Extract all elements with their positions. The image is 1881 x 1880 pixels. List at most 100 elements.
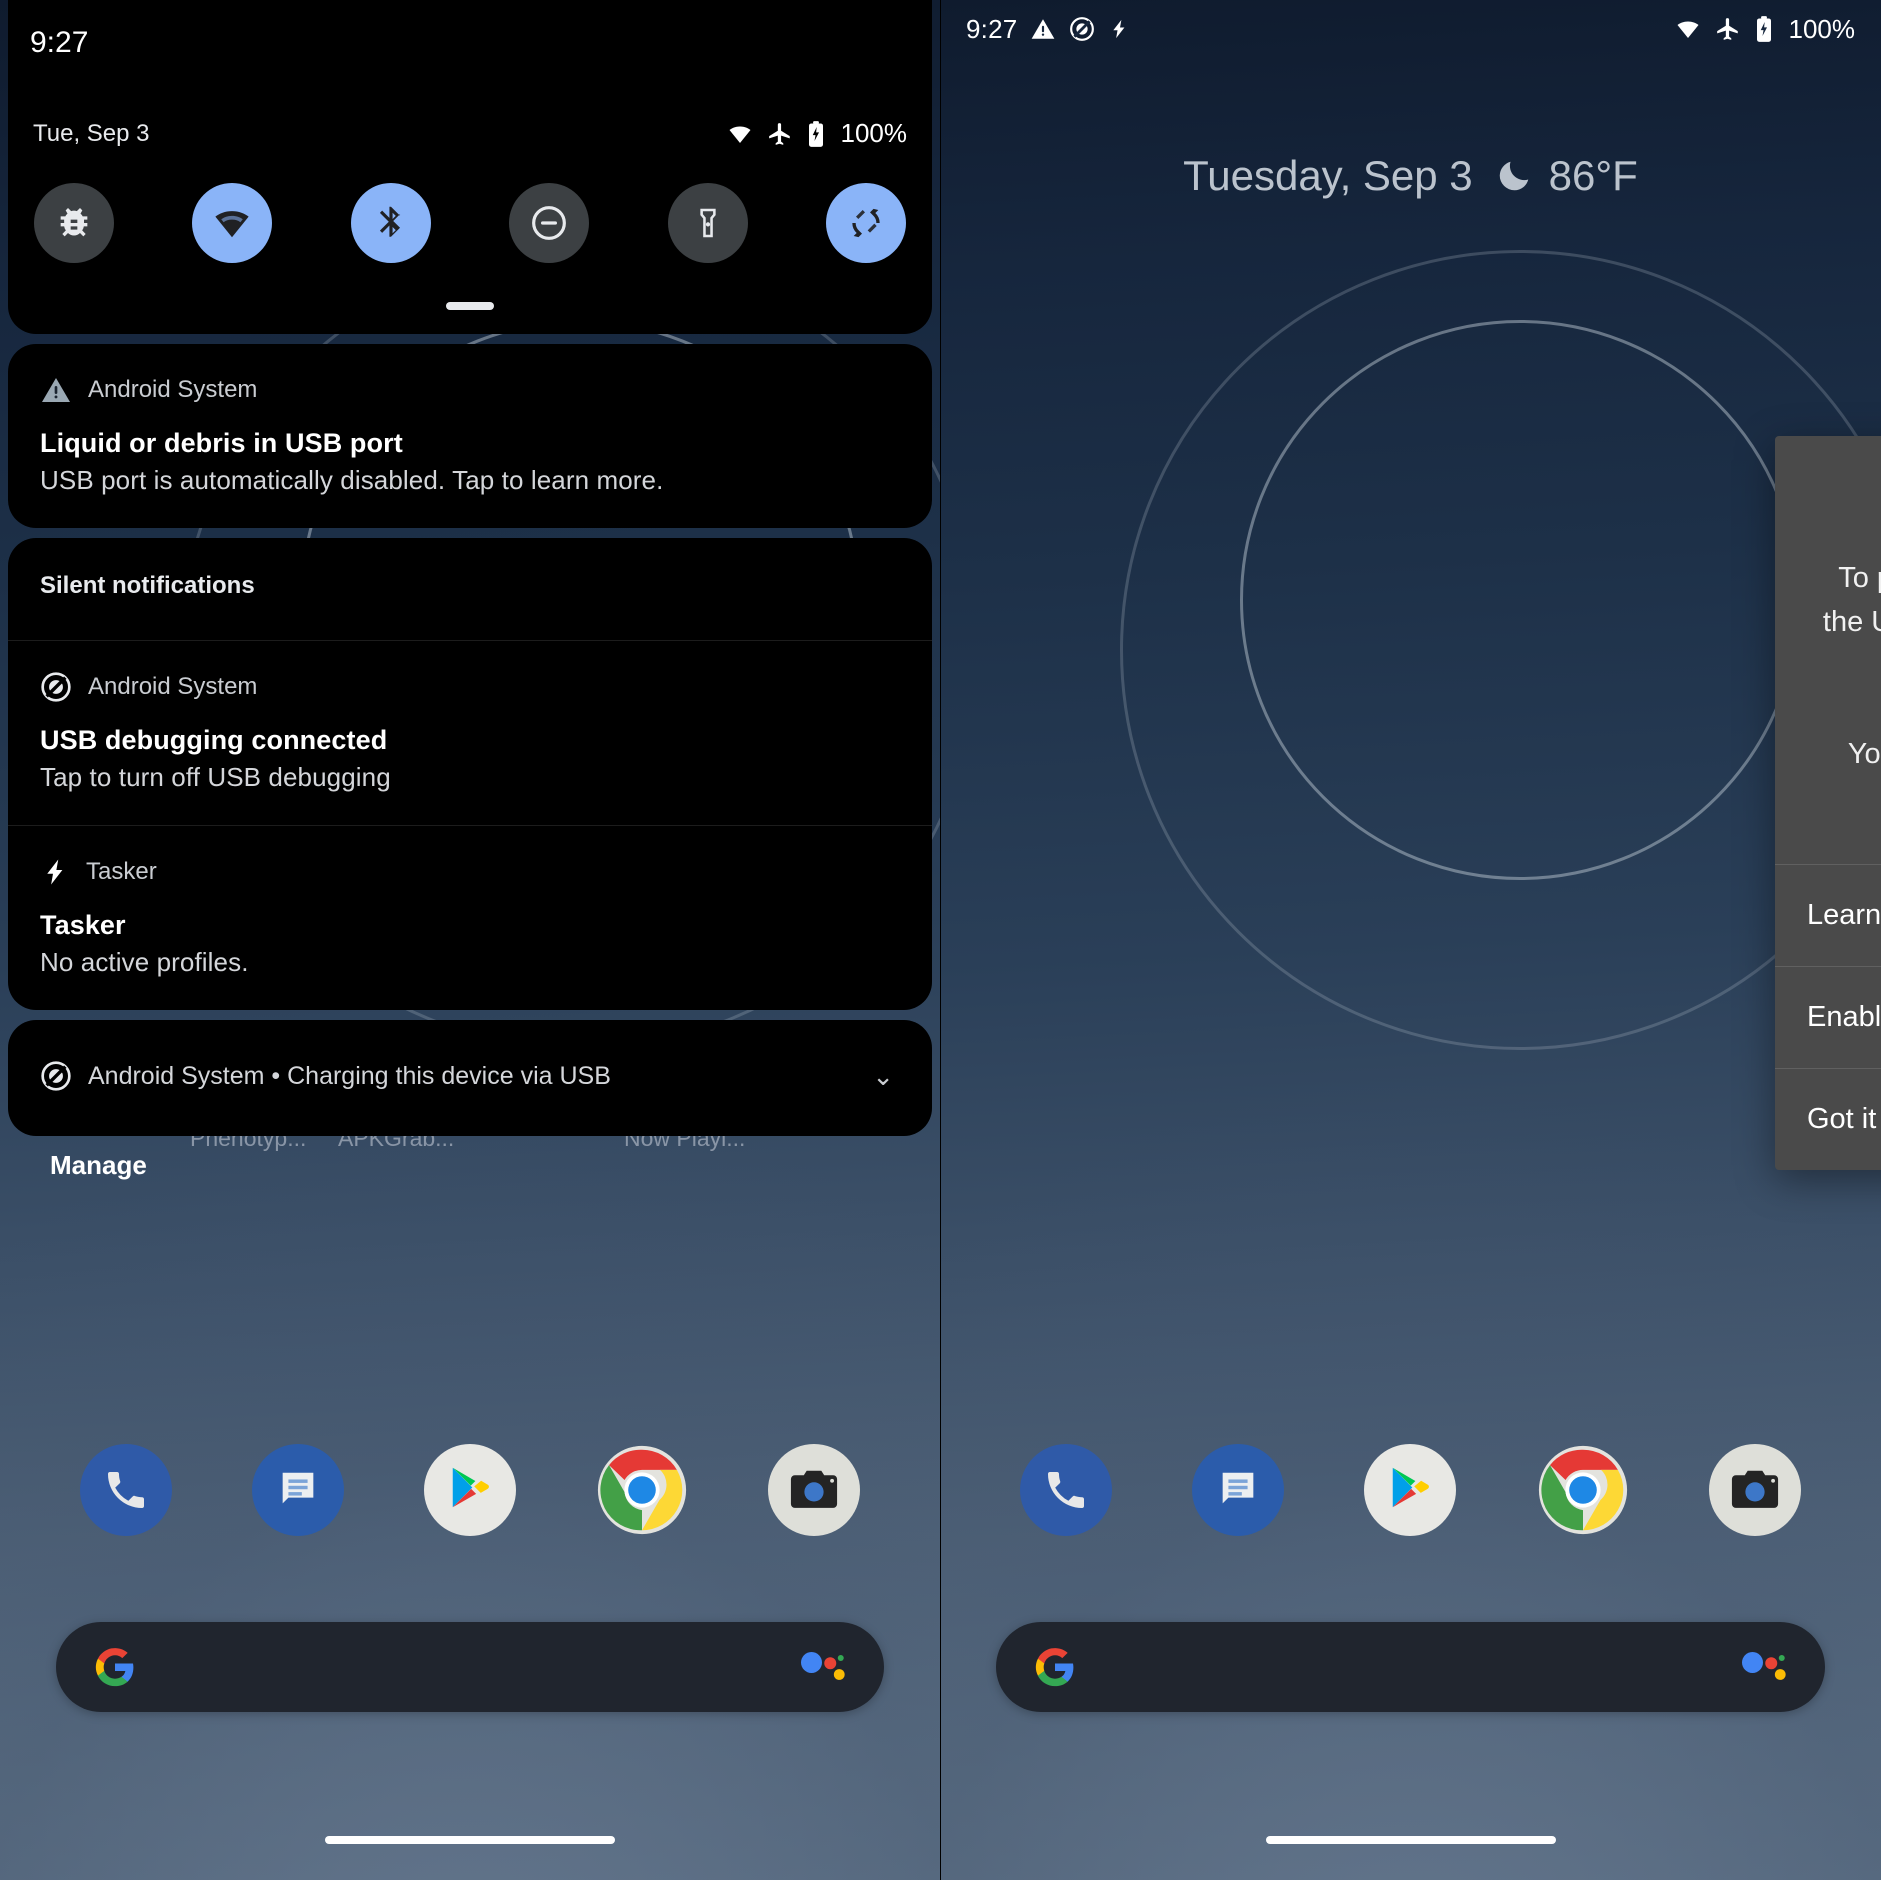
google-search-bar[interactable] xyxy=(996,1622,1825,1712)
battery-charging-icon xyxy=(808,120,823,147)
play-store-triangle-icon xyxy=(452,1467,489,1508)
phone-handset-icon xyxy=(1048,1472,1085,1508)
play-store-app-icon[interactable] xyxy=(1364,1444,1457,1536)
battery-percent-label: 100% xyxy=(1788,13,1856,44)
message-bubble-icon xyxy=(282,1472,314,1504)
right-phone-screen: 9:27 100% Tuesday, Sep 3 86°F To the Yo … xyxy=(940,0,1881,1880)
dialog-paragraph: You’ll be notified when it’s okay to use… xyxy=(1847,738,1881,770)
notification-card-charging[interactable]: Android System • Charging this device vi… xyxy=(8,1020,932,1136)
quick-settings-status-icons: 100% xyxy=(726,118,908,149)
notification-header: Android System xyxy=(40,374,900,406)
navigation-gesture-pill[interactable] xyxy=(1265,1836,1556,1844)
status-bar-time: 9:27 xyxy=(30,26,89,59)
notification-app-name: Tasker xyxy=(86,858,157,885)
auto-rotate-tile[interactable] xyxy=(825,183,906,263)
notification-title: Tasker xyxy=(40,910,126,940)
do-not-disturb-tile[interactable] xyxy=(509,183,590,263)
notification-header: Android System xyxy=(40,671,900,703)
status-bar: 9:27 100% xyxy=(940,0,1881,58)
notification-text: No active profiles. xyxy=(40,947,249,977)
silent-notifications-header: Silent notifications xyxy=(8,538,932,641)
navigation-gesture-pill[interactable] xyxy=(325,1836,615,1844)
collapsed-notification-text: Android System • Charging this device vi… xyxy=(88,1061,611,1090)
notification-tasker[interactable]: Tasker Tasker No active profiles. xyxy=(8,826,932,1010)
status-bar-time: 9:27 xyxy=(966,13,1018,44)
google-g-icon xyxy=(95,1648,134,1687)
home-temperature-label: 86°F xyxy=(1548,152,1638,199)
camera-app-icon[interactable] xyxy=(768,1444,860,1536)
dock xyxy=(940,1444,1881,1536)
message-bubble-icon xyxy=(1222,1472,1254,1504)
android-system-icon xyxy=(41,672,71,702)
wifi-icon xyxy=(1677,21,1698,38)
messages-app-icon[interactable] xyxy=(1192,1444,1285,1536)
dialog-paragraph: To protect your device from liquid or de… xyxy=(1822,562,1881,638)
bug-report-tile[interactable] xyxy=(34,183,114,263)
notification-title: Liquid or debris in USB port xyxy=(40,428,403,458)
google-search-bar[interactable] xyxy=(56,1622,884,1712)
notification-list: Android System Liquid or debris in USB p… xyxy=(8,344,932,1146)
google-g-icon xyxy=(1035,1648,1074,1687)
chrome-logo-icon xyxy=(597,1445,687,1535)
panel-divider xyxy=(940,0,941,1880)
phone-app-icon[interactable] xyxy=(1020,1444,1113,1536)
play-store-app-icon[interactable] xyxy=(424,1444,516,1536)
airplane-mode-icon xyxy=(768,122,790,145)
battery-charging-icon xyxy=(1756,16,1771,42)
left-phone-screen: Phenotyp... APKGrab... Now Playi... 9:27… xyxy=(0,0,940,1880)
google-assistant-icon[interactable] xyxy=(796,1649,848,1685)
messages-app-icon[interactable] xyxy=(252,1444,344,1536)
manage-notifications-button[interactable]: Manage xyxy=(50,1150,147,1181)
android-system-icon xyxy=(1070,17,1095,41)
moon-icon xyxy=(1499,161,1528,191)
usb-port-disabled-dialog: USB port disabled To protect your device… xyxy=(1775,436,1881,1170)
collapsed-notification-row[interactable]: Android System • Charging this device vi… xyxy=(8,1020,932,1136)
bluetooth-icon xyxy=(379,206,400,237)
notification-text: Tap to turn off USB debugging xyxy=(40,762,391,792)
quick-settings-header: Tue, Sep 3 100% xyxy=(33,118,907,149)
chrome-logo-icon xyxy=(1538,1445,1627,1535)
dialog-action-enable-usb[interactable]: Enable USB xyxy=(1775,966,1881,1068)
notification-title: USB debugging connected xyxy=(40,725,388,755)
phone-app-icon[interactable] xyxy=(80,1444,172,1536)
auto-rotate-icon xyxy=(852,208,880,238)
chrome-app-icon[interactable] xyxy=(1537,1444,1629,1536)
tasker-bolt-icon xyxy=(47,859,63,885)
phone-handset-icon xyxy=(108,1472,144,1508)
dialog-body: To protect your device from liquid or de… xyxy=(1775,520,1881,864)
wifi-tile[interactable] xyxy=(192,183,273,263)
google-assistant-icon[interactable] xyxy=(1737,1649,1789,1685)
status-bar-right: 100% xyxy=(1674,13,1856,45)
wifi-icon xyxy=(729,126,750,143)
home-date-weather-widget[interactable]: Tuesday, Sep 3 86°F xyxy=(940,152,1881,200)
dialog-action-learn-more[interactable]: Learn more xyxy=(1775,864,1881,966)
android-system-icon xyxy=(41,1061,71,1091)
dialog-action-got-it[interactable]: Got it xyxy=(1775,1068,1881,1170)
camera-icon xyxy=(790,1470,838,1508)
notification-app-name: Android System xyxy=(88,376,258,403)
wallpaper-arc-2 xyxy=(1120,250,1881,1050)
camera-app-icon[interactable] xyxy=(1708,1444,1801,1536)
tasker-bolt-icon xyxy=(1113,19,1125,39)
flashlight-icon xyxy=(699,208,716,238)
play-store-triangle-icon xyxy=(1393,1467,1430,1508)
quick-settings-tiles xyxy=(34,183,906,263)
warning-triangle-icon xyxy=(1032,19,1055,39)
notification-text: USB port is automatically disabled. Tap … xyxy=(40,465,664,495)
do-not-disturb-icon xyxy=(532,206,567,240)
flashlight-tile[interactable] xyxy=(667,183,748,263)
status-bar-left: 9:27 xyxy=(966,14,1130,45)
quick-settings-panel[interactable]: Tue, Sep 3 100% xyxy=(8,0,932,334)
notification-shade-drag-handle[interactable] xyxy=(446,302,494,310)
battery-percent-label: 100% xyxy=(840,118,908,148)
notification-card-usb-warning[interactable]: Android System Liquid or debris in USB p… xyxy=(8,344,932,528)
camera-icon xyxy=(1731,1470,1778,1508)
chrome-app-icon[interactable] xyxy=(596,1444,688,1536)
warning-triangle-icon xyxy=(42,378,70,402)
quick-settings-date: Tue, Sep 3 xyxy=(33,119,150,147)
chevron-down-icon[interactable]: ⌄ xyxy=(872,1061,900,1092)
notification-usb-debugging[interactable]: Android System USB debugging connected T… xyxy=(8,641,932,826)
silent-notifications-card: Silent notifications Android System USB … xyxy=(8,538,932,1010)
bluetooth-tile[interactable] xyxy=(350,183,431,263)
dialog-title: USB port disabled xyxy=(1775,436,1881,520)
